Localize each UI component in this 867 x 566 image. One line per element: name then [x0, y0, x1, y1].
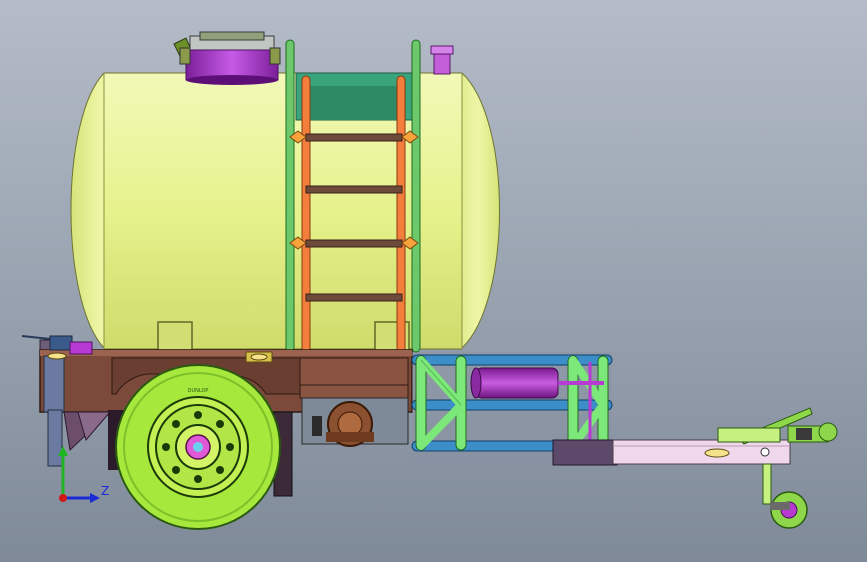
cad-viewport[interactable]: DUNLOP Z — [0, 0, 867, 562]
tyre-sidewall-text: DUNLOP — [188, 388, 209, 394]
axis-z-label: Z — [101, 484, 110, 498]
vent-pipe — [430, 45, 454, 75]
manhole-hatch — [173, 31, 281, 85]
ladder-rail-right — [396, 75, 406, 353]
ladder-handrail-right — [411, 39, 421, 353]
ladder-rail-left — [301, 75, 311, 353]
drive-pulley — [301, 397, 409, 447]
jockey-leg — [762, 463, 772, 505]
ladder-handrail-left — [285, 39, 295, 353]
water-tank — [70, 72, 500, 351]
main-wheel: DUNLOP — [115, 364, 281, 530]
trailer-tank-drawing: DUNLOP — [0, 0, 867, 562]
tank-saddle-left — [157, 321, 193, 351]
transfer-pump — [475, 367, 559, 399]
